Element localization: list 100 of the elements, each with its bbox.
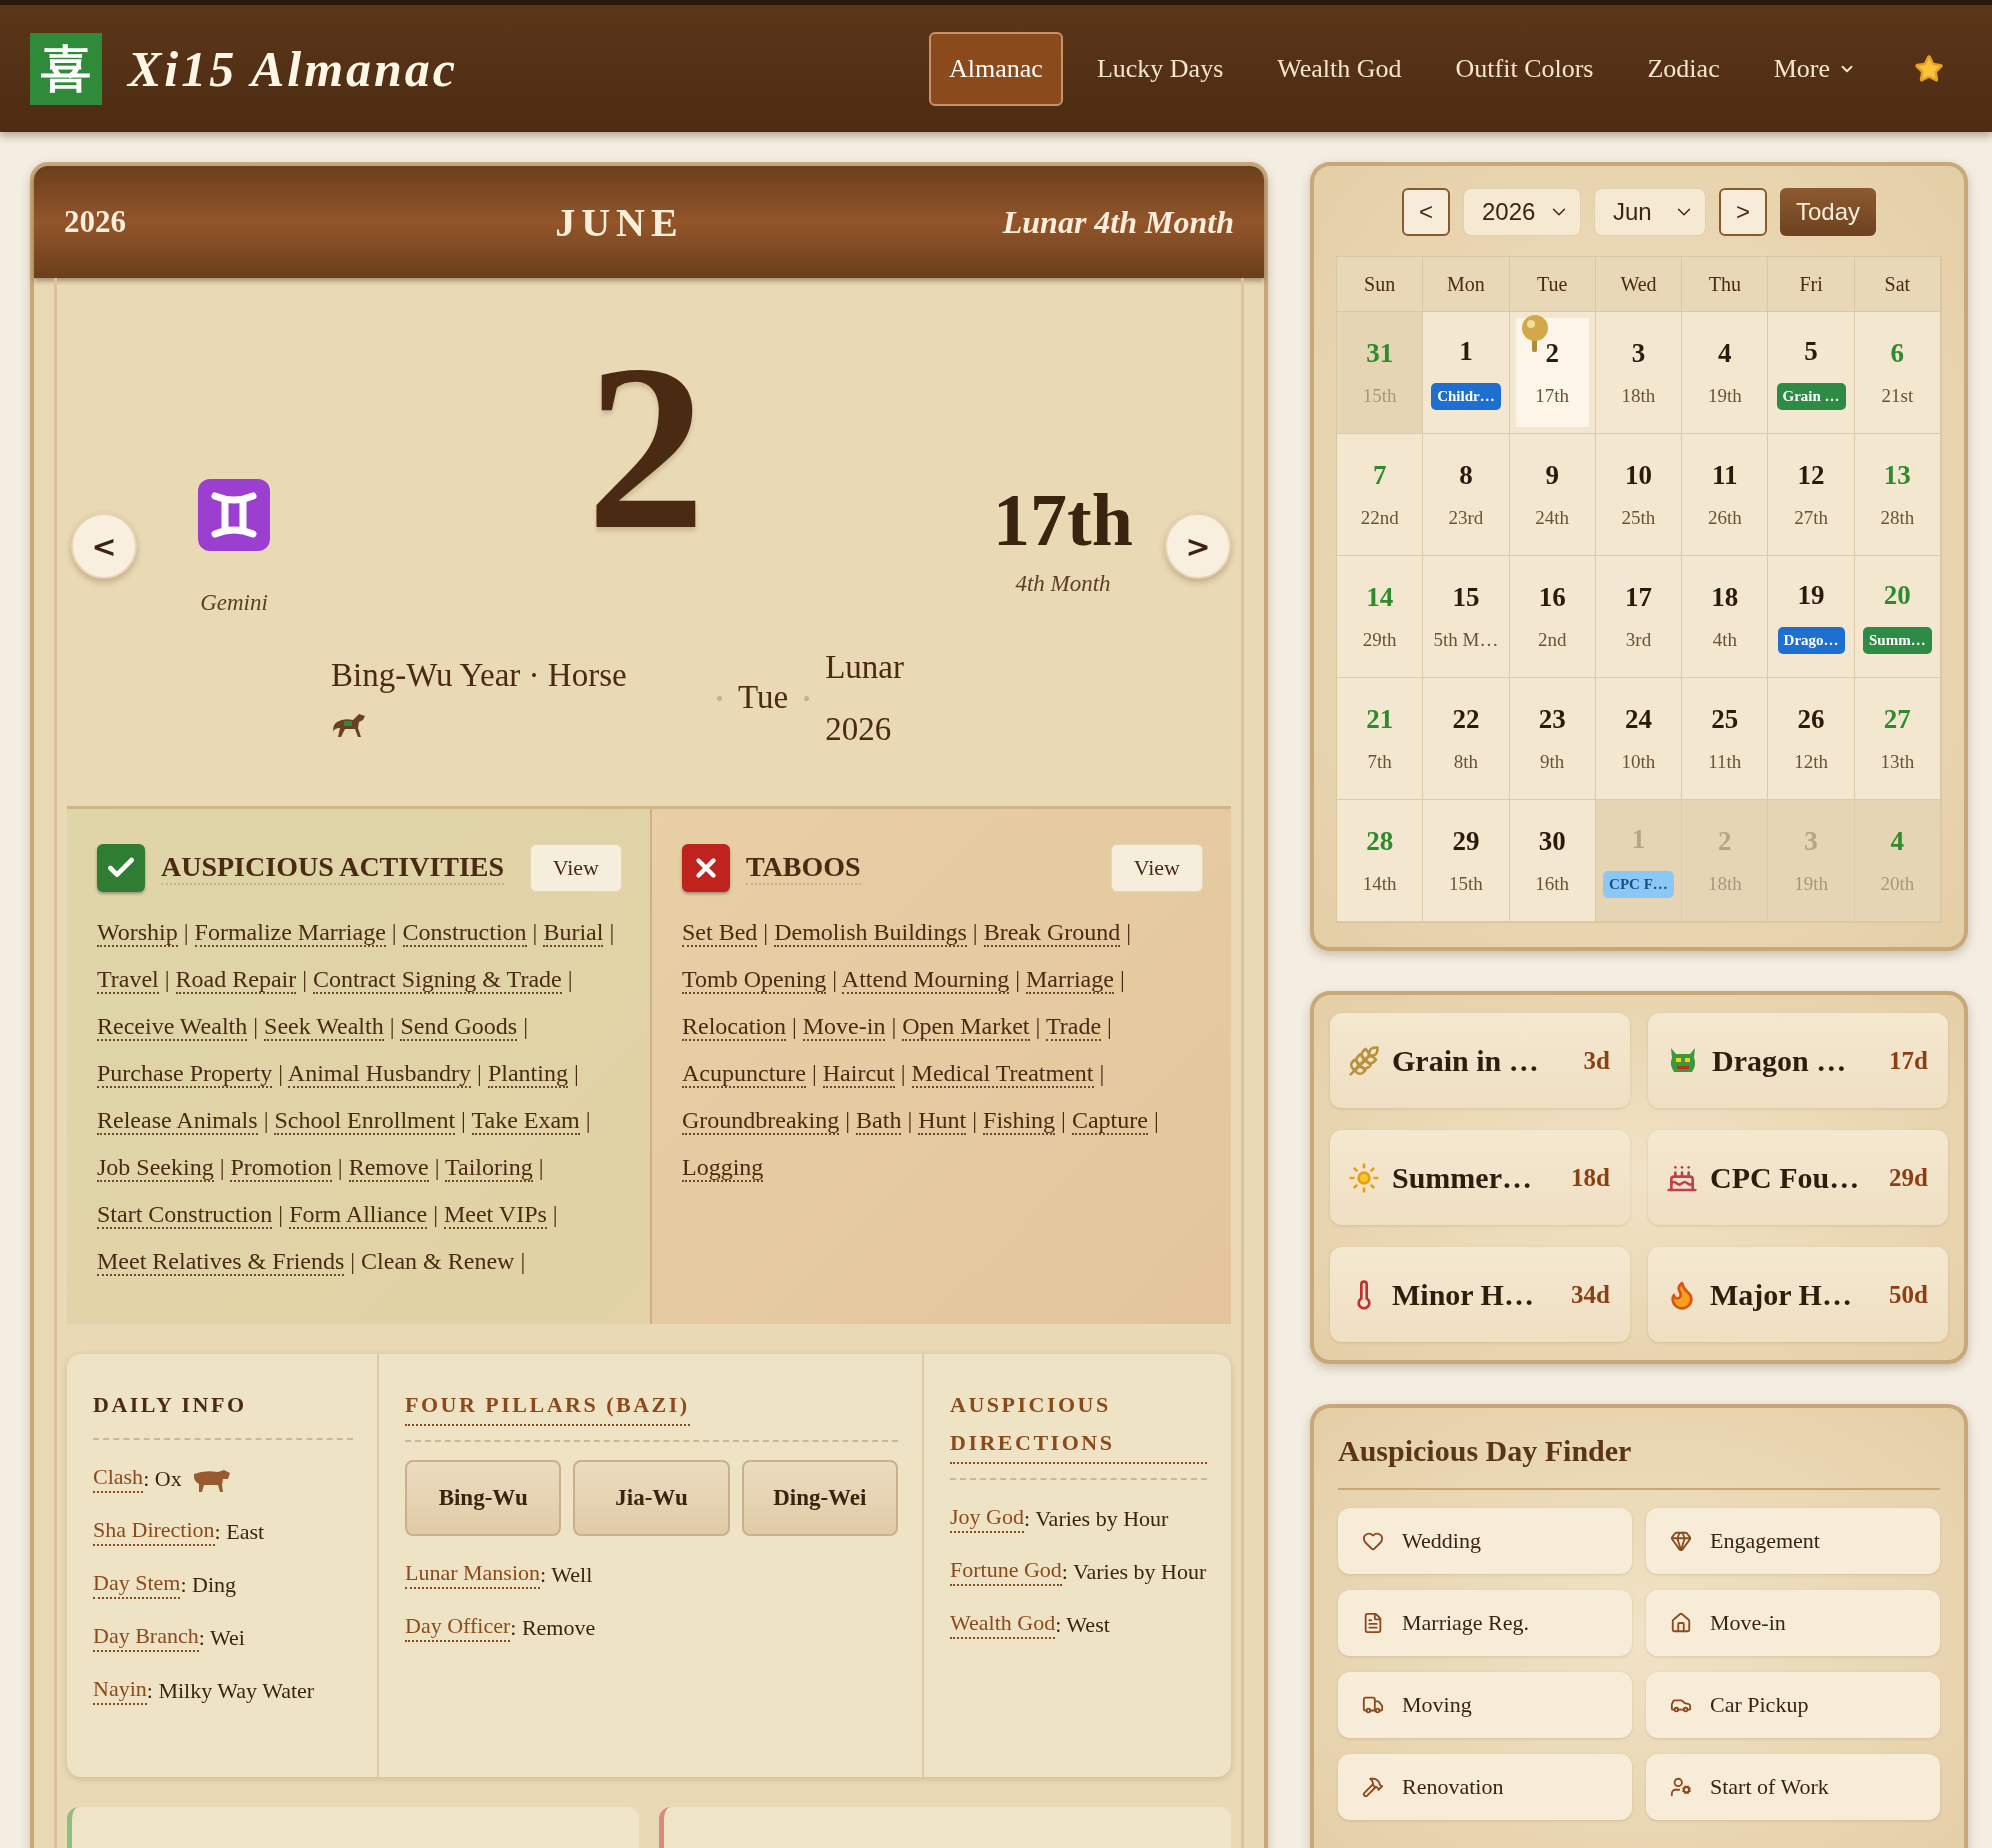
activity-link[interactable]: Move-in [802,1013,886,1041]
info-link[interactable]: Sha Direction [93,1517,215,1546]
activity-link[interactable]: Job Seeking [97,1154,214,1182]
activity-link[interactable]: Fishing [983,1107,1056,1135]
calendar-day[interactable]: 1 Childr… [1423,312,1510,434]
activity-link[interactable]: Relocation [682,1013,786,1041]
activity-link[interactable]: Logging [682,1154,764,1182]
calendar-day[interactable]: 15 5th M… [1423,556,1510,678]
activity-link[interactable]: Formalize Marriage [194,919,386,947]
nav-link[interactable]: Almanac [929,31,1063,106]
activity-link[interactable]: Start Construction [97,1201,273,1229]
activity-link[interactable]: Take Exam [471,1107,580,1135]
calendar-day[interactable]: 7 22nd [1337,434,1424,556]
festival-card[interactable]: Minor H… 34d [1330,1247,1630,1342]
activity-link[interactable]: Capture [1071,1107,1148,1135]
activity-link[interactable]: Hunt [918,1107,967,1135]
event-tag[interactable]: Drago… [1777,626,1845,654]
festival-card[interactable]: CPC Fou… 29d [1648,1130,1948,1225]
calendar-day[interactable]: 3 18th [1595,312,1683,434]
pillar-button[interactable]: Jia-Wu [573,1460,730,1536]
next-month-button[interactable]: > [1718,188,1767,236]
occasion-button[interactable]: Car Pickup [1646,1672,1940,1738]
more-menu[interactable]: More [1753,31,1876,106]
activity-link[interactable]: Groundbreaking [682,1107,840,1135]
nav-link[interactable]: Zodiac [1627,31,1740,106]
festival-card[interactable]: Summer… 18d [1330,1130,1630,1225]
activity-link[interactable]: Form Alliance [289,1201,428,1229]
event-tag[interactable]: Summ… [1863,626,1932,654]
occasion-button[interactable]: Move-in [1646,1590,1940,1656]
calendar-day[interactable]: 16 2nd [1509,556,1596,678]
festival-card[interactable]: Dragon … 17d [1648,1013,1948,1108]
activity-link[interactable]: Promotion [230,1154,332,1182]
nav-link[interactable]: Lucky Days [1076,31,1244,106]
calendar-day[interactable]: 20 Summ… [1854,556,1941,678]
info-link[interactable]: Fortune God [950,1557,1062,1586]
view-button[interactable]: View [1110,844,1203,892]
calendar-day[interactable]: 22 8th [1423,678,1510,800]
today-button[interactable]: Today [1779,188,1876,236]
event-tag[interactable]: Grain … [1776,382,1846,410]
previous-month-button[interactable]: < [1401,188,1450,236]
activity-link[interactable]: Remove [348,1154,429,1182]
activity-link[interactable]: Travel [97,966,159,994]
info-link[interactable]: Joy God [950,1504,1024,1533]
pillar-button[interactable]: Bing-Wu [405,1460,562,1536]
activity-link[interactable]: Tomb Opening [682,966,827,994]
info-link[interactable]: Clash [93,1464,144,1493]
festival-card[interactable]: Grain in … 3d [1330,1013,1630,1108]
pillar-button[interactable]: Ding-Wei [741,1460,898,1536]
calendar-day[interactable]: 2 17th [1509,312,1596,434]
info-link[interactable]: Lunar Mansion [405,1560,541,1589]
calendar-day[interactable]: 12 27th [1768,434,1855,556]
calendar-day[interactable]: 4 19th [1682,312,1769,434]
info-link[interactable]: Day Branch [93,1623,199,1652]
calendar-day[interactable]: 29 15th [1423,800,1510,922]
calendar-day[interactable]: 13 28th [1854,434,1941,556]
occasion-button[interactable]: Renovation [1338,1754,1632,1820]
activity-link[interactable]: Construction [402,919,527,947]
activity-link[interactable]: Attend Mourning [841,966,1010,994]
event-tag[interactable]: CPC F… [1603,870,1674,898]
activity-link[interactable]: Medical Treatment [911,1060,1094,1088]
activity-link[interactable]: Meet Relatives & Friends [97,1248,345,1276]
calendar-day[interactable]: 28 14th [1337,800,1424,922]
occasion-button[interactable]: Marriage Reg. [1338,1590,1632,1656]
calendar-day[interactable]: 18 4th [1682,556,1769,678]
calendar-day[interactable]: 5 Grain … [1768,312,1855,434]
activity-link[interactable]: Set Bed [682,919,758,947]
activity-link[interactable]: Receive Wealth [97,1013,248,1041]
activity-link[interactable]: Bath [856,1107,902,1135]
calendar-day[interactable]: 9 24th [1509,434,1596,556]
activity-link[interactable]: Contract Signing & Trade [313,966,562,994]
calendar-day[interactable]: 10 25th [1595,434,1683,556]
nav-link[interactable]: Wealth God [1257,31,1422,106]
event-tag[interactable]: Childr… [1431,382,1501,410]
activity-link[interactable]: Tailoring [445,1154,533,1182]
activity-link[interactable]: Acupuncture [682,1060,806,1088]
calendar-day[interactable]: 14 29th [1337,556,1424,678]
calendar-day[interactable]: 8 23rd [1423,434,1510,556]
year-select[interactable]: 2026 [1462,188,1581,236]
info-link[interactable]: Wealth God [950,1610,1056,1639]
calendar-day[interactable]: 19 Drago… [1768,556,1855,678]
activity-link[interactable]: Seek Wealth [264,1013,384,1041]
activity-link[interactable]: Planting [487,1060,568,1088]
logo[interactable]: 喜 [30,32,102,105]
activity-link[interactable]: Send Goods [400,1013,518,1041]
activity-link[interactable]: Break Ground [983,919,1121,947]
activity-link[interactable]: Demolish Buildings [774,919,967,947]
month-select[interactable]: Jun [1593,188,1706,236]
activity-link[interactable]: Release Animals [97,1107,258,1135]
calendar-day[interactable]: 17 3rd [1595,556,1683,678]
calendar-day[interactable]: 21 7th [1337,678,1424,800]
calendar-day[interactable]: 30 16th [1509,800,1596,922]
info-link[interactable]: Day Officer [405,1613,511,1642]
activity-link[interactable]: Worship [97,919,178,947]
activity-link[interactable]: Road Repair [175,966,297,994]
calendar-day[interactable]: 11 26th [1682,434,1769,556]
activity-link[interactable]: Marriage [1025,966,1114,994]
activity-link[interactable]: School Enrollment [274,1107,456,1135]
activity-link[interactable]: Open Market [902,1013,1030,1041]
activity-link[interactable]: Trade [1045,1013,1102,1041]
occasion-button[interactable]: Wedding [1338,1508,1632,1574]
